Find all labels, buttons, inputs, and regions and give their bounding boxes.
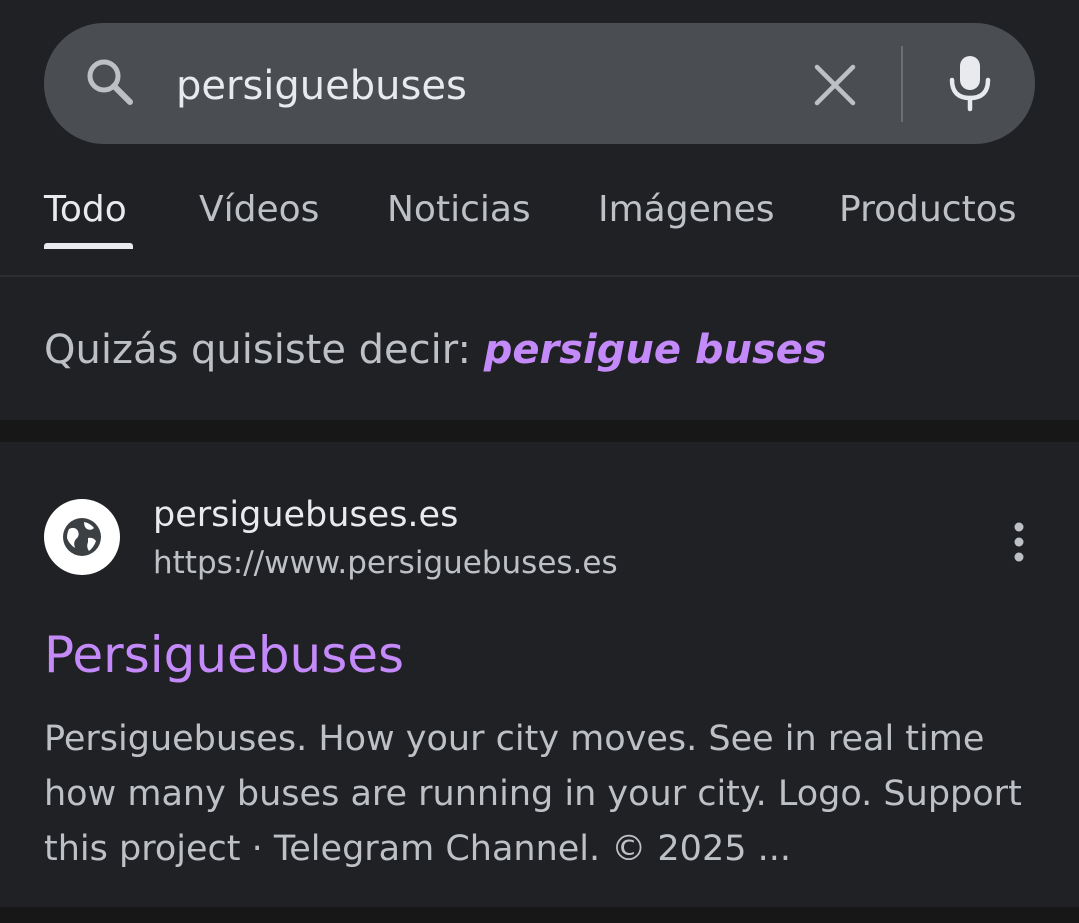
- search-results-page: Todo Vídeos Noticias Imágenes Productos …: [0, 0, 1079, 923]
- tabs-divider: [0, 275, 1079, 277]
- result-site-name[interactable]: persiguebuses.es: [153, 492, 458, 538]
- more-vert-icon[interactable]: [1004, 519, 1034, 565]
- spelling-suggestion: Quizás quisiste decir: persigue buses: [44, 322, 827, 378]
- result-separator: [0, 907, 1079, 923]
- active-tab-indicator: [44, 243, 133, 249]
- suggestion-prefix: Quizás quisiste decir:: [44, 327, 484, 373]
- globe-icon: [63, 518, 101, 556]
- result-title-link[interactable]: Persiguebuses: [44, 622, 404, 688]
- close-icon[interactable]: [812, 62, 858, 108]
- tab-videos[interactable]: Vídeos: [199, 186, 319, 234]
- tab-productos[interactable]: Productos: [839, 186, 1016, 234]
- tab-imagenes[interactable]: Imágenes: [598, 186, 774, 234]
- result-snippet: Persiguebuses. How your city moves. See …: [44, 719, 1022, 869]
- search-icon[interactable]: [84, 56, 136, 108]
- site-favicon[interactable]: [44, 499, 120, 575]
- tab-noticias[interactable]: Noticias: [387, 186, 531, 234]
- search-input[interactable]: [176, 56, 736, 116]
- suggestion-link[interactable]: persigue buses: [484, 327, 827, 373]
- result-url[interactable]: https://www.persiguebuses.es: [153, 543, 618, 583]
- section-separator: [0, 420, 1079, 442]
- tab-todo[interactable]: Todo: [44, 186, 127, 234]
- microphone-icon[interactable]: [946, 54, 994, 112]
- search-bar-divider: [901, 46, 903, 122]
